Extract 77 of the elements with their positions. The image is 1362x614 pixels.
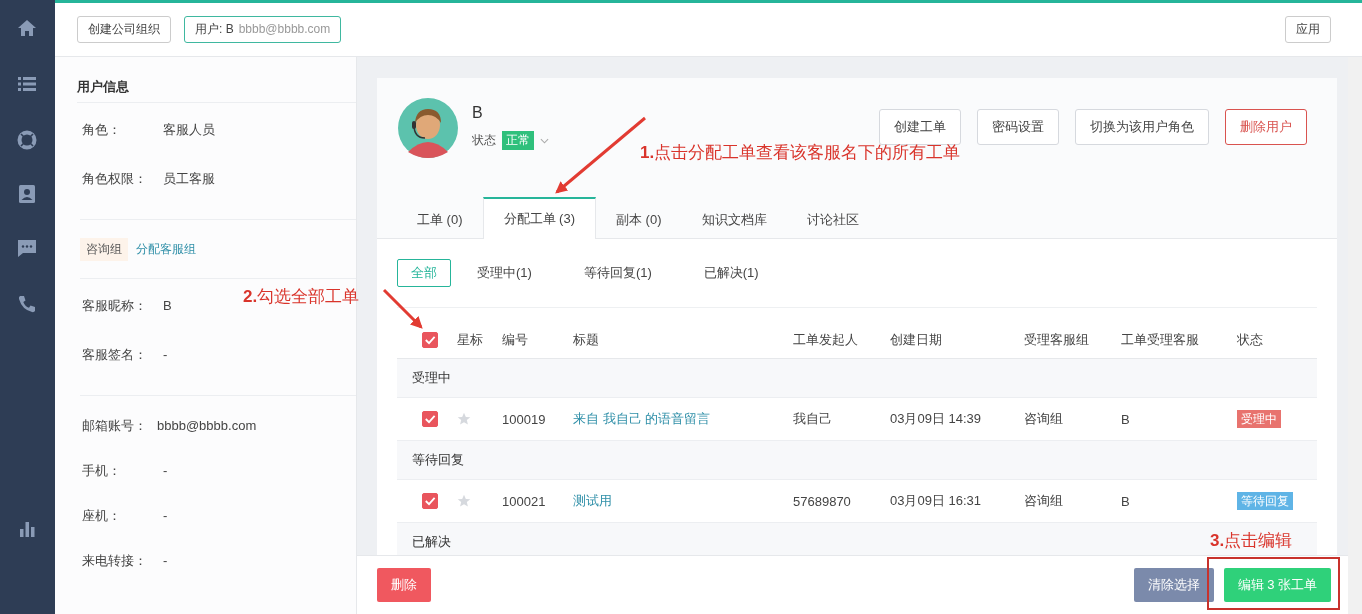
column-header: 状态: [1237, 331, 1263, 349]
row-checkbox[interactable]: [422, 493, 438, 509]
field-label: 来电转接：: [82, 551, 148, 570]
field-value: 客服人员: [163, 120, 215, 139]
row-checkbox[interactable]: [422, 411, 438, 427]
avatar-icon: [398, 98, 458, 158]
column-header: 受理客服组: [1024, 331, 1089, 349]
table-cell: 100019: [502, 411, 546, 427]
field-value: 员工客服: [163, 169, 215, 188]
user-name: B: [472, 104, 484, 122]
table-cell: 03月09日 14:39: [890, 410, 982, 428]
field-label: 座机：: [82, 506, 122, 525]
column-header: 编号: [502, 331, 528, 349]
scrollbar-track[interactable]: [1348, 57, 1362, 614]
column-header: 创建日期: [890, 331, 942, 349]
column-header: 工单发起人: [793, 331, 858, 349]
field-label: 客服昵称：: [82, 296, 148, 315]
field-value: B: [163, 298, 172, 313]
bar-chart-icon[interactable]: [17, 519, 37, 539]
top-tab[interactable]: 创建公司组织: [77, 16, 171, 43]
annotation-text: 1.点击分配工单查看该客服名下的所有工单: [640, 142, 961, 164]
table-cell: B: [1121, 493, 1130, 509]
chat-icon[interactable]: [17, 238, 37, 258]
contact-card-icon[interactable]: [17, 184, 37, 204]
status-tag: 等待回复: [1237, 491, 1293, 510]
apply-button[interactable]: 应用: [1285, 16, 1331, 43]
annotation-text: 3.点击编辑: [1210, 530, 1293, 552]
field-label: 手机：: [82, 461, 122, 480]
annotation-text: 2.勾选全部工单: [243, 286, 360, 308]
field-label: 邮箱账号：: [82, 416, 148, 435]
assign-group-link[interactable]: 分配客服组: [136, 240, 196, 258]
field-value: -: [163, 508, 168, 523]
column-header: 星标: [457, 331, 483, 349]
tab[interactable]: 讨论社区: [786, 198, 879, 239]
action-button[interactable]: 切换为该用户角色: [1075, 109, 1209, 145]
table-cell: B: [1121, 411, 1130, 427]
table-cell: 咨询组: [1024, 410, 1063, 428]
star-icon[interactable]: [457, 494, 471, 508]
field-value: bbbb@bbbb.com: [157, 418, 257, 433]
group-header: 受理中: [412, 369, 451, 387]
column-header: 工单受理客服: [1121, 331, 1199, 349]
delete-user-button[interactable]: 删除用户: [1225, 109, 1307, 145]
list-icon[interactable]: [17, 74, 37, 94]
home-icon[interactable]: [17, 18, 37, 38]
annotation-arrow: [382, 288, 423, 329]
table-cell: 我自己: [793, 410, 832, 428]
status-label: 状态: [472, 132, 496, 149]
field-label: 角色：: [82, 120, 122, 139]
action-button[interactable]: 创建工单: [879, 109, 961, 145]
tab[interactable]: 副本 (0): [596, 198, 682, 239]
status-tag: 受理中: [1237, 409, 1281, 428]
table-cell: 03月09日 16:31: [890, 492, 982, 510]
column-header: 标题: [573, 331, 599, 349]
ticket-title-link[interactable]: 测试用: [573, 493, 612, 508]
field-label: 角色权限：: [82, 169, 148, 188]
field-value: -: [163, 553, 168, 568]
group-header: 等待回复: [412, 451, 464, 469]
select-all-checkbox[interactable]: [422, 332, 438, 348]
table-cell: 100021: [502, 493, 546, 509]
status-badge: 正常: [502, 131, 534, 150]
phone-icon[interactable]: [17, 294, 37, 314]
group-tag: 咨询组: [80, 237, 128, 261]
field-label: 客服签名：: [82, 345, 148, 364]
section-title: 用户信息: [77, 57, 356, 103]
lifebuoy-icon[interactable]: [17, 130, 37, 150]
group-header: 已解决: [412, 533, 451, 551]
tab[interactable]: 工单 (0): [397, 198, 483, 239]
tab[interactable]: 知识文档库: [681, 198, 787, 239]
action-button[interactable]: 密码设置: [977, 109, 1059, 145]
table-cell: 57689870: [793, 493, 851, 509]
star-icon[interactable]: [457, 412, 471, 426]
field-value: -: [163, 463, 168, 478]
table-cell: 咨询组: [1024, 492, 1063, 510]
tab[interactable]: 分配工单 (3): [482, 197, 596, 239]
ticket-title-link[interactable]: 来自 我自己 的语音留言: [573, 411, 711, 426]
field-value: -: [163, 347, 168, 362]
top-tab[interactable]: 用户: B bbbb@bbbb.com: [184, 16, 342, 43]
